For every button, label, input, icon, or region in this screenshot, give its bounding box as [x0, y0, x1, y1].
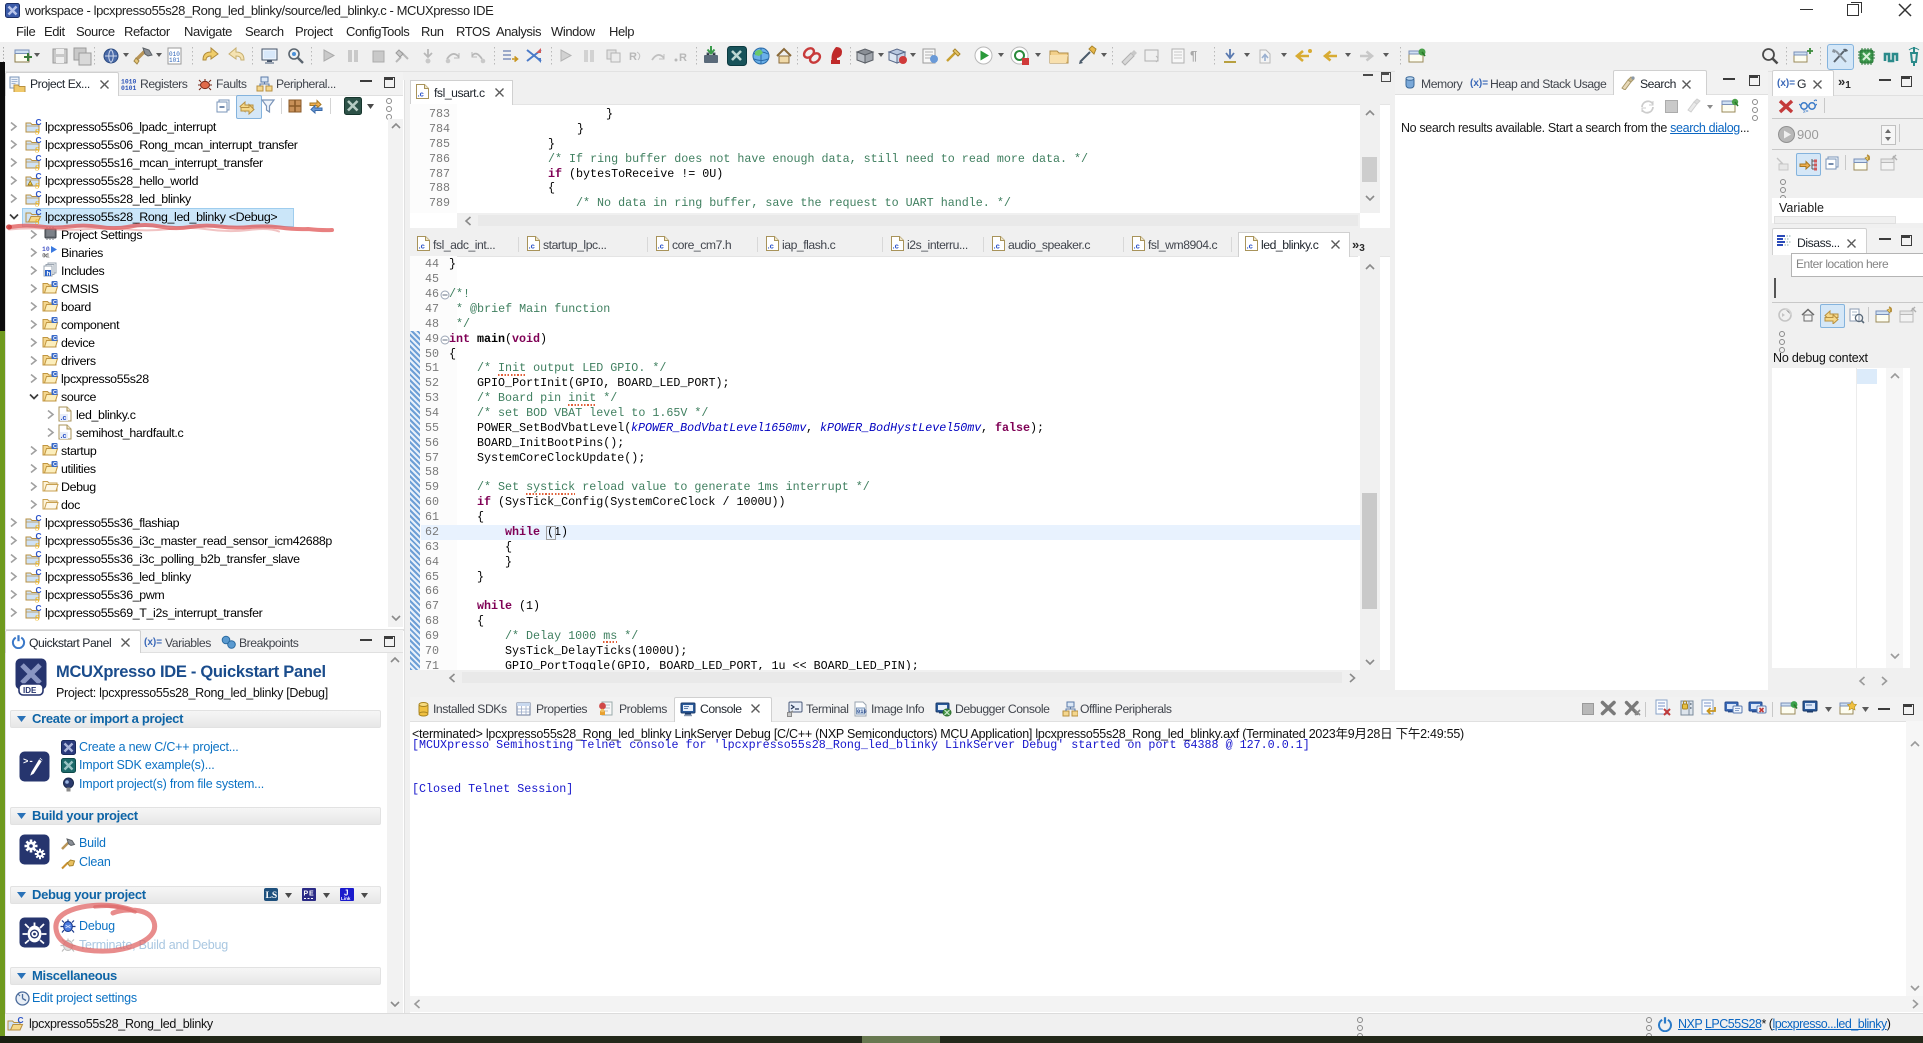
svg-text:IDE: IDE: [23, 686, 37, 695]
svg-text:C: C: [36, 136, 42, 145]
svg-text:.c: .c: [61, 433, 67, 440]
svg-text:C: C: [53, 336, 57, 342]
svg-text:101: 101: [169, 57, 180, 64]
svg-text:.c: .c: [418, 90, 424, 99]
svg-text:R: R: [679, 52, 687, 64]
svg-text:S: S: [35, 578, 40, 585]
svg-text:>-: >-: [23, 757, 34, 767]
svg-text:.c: .c: [768, 242, 774, 251]
svg-text:.c: .c: [1134, 242, 1140, 251]
svg-text:S: S: [35, 614, 40, 621]
svg-text:0101: 0101: [121, 85, 137, 91]
svg-text:x=: x=: [1803, 109, 1809, 114]
svg-text:S: S: [35, 200, 40, 207]
svg-text:C: C: [36, 514, 42, 523]
svg-text:S: S: [35, 164, 40, 171]
svg-text:C: C: [36, 568, 42, 577]
svg-text:E: E: [309, 891, 314, 898]
svg-text:C: C: [53, 390, 57, 396]
svg-text:Link: Link: [341, 896, 351, 901]
svg-text:.c: .c: [419, 242, 425, 251]
svg-text:C: C: [36, 208, 42, 217]
svg-text:C: C: [53, 372, 57, 378]
svg-text:.c: .c: [529, 242, 535, 251]
svg-text:C: C: [53, 354, 57, 360]
svg-text:C: C: [36, 118, 42, 127]
svg-text:C: C: [53, 462, 57, 468]
svg-text:C: C: [36, 604, 42, 613]
svg-text:C: C: [53, 282, 57, 288]
svg-text:S: S: [35, 596, 40, 603]
svg-text:.c: .c: [1247, 242, 1253, 251]
svg-text:LS: LS: [266, 891, 278, 901]
svg-text:S: S: [35, 218, 40, 225]
svg-text:S: S: [35, 542, 40, 549]
svg-text:S: S: [35, 128, 40, 135]
svg-text:.c: .c: [658, 242, 664, 251]
svg-text:S: S: [35, 560, 40, 567]
svg-text:C: C: [53, 444, 57, 450]
svg-text:C: C: [53, 300, 57, 306]
svg-text:.c: .c: [994, 242, 1000, 251]
svg-text:S: S: [35, 182, 40, 189]
svg-text:C: C: [36, 190, 42, 199]
svg-text:R: R: [629, 51, 637, 63]
svg-text:C: C: [36, 172, 42, 181]
svg-text:010: 010: [857, 709, 867, 715]
svg-text:C: C: [18, 1016, 24, 1025]
svg-text:C: C: [53, 318, 57, 324]
svg-text:S: S: [35, 146, 40, 153]
svg-text:P: P: [304, 891, 309, 898]
svg-text:h: h: [47, 270, 51, 277]
svg-text:.c: .c: [61, 415, 67, 422]
svg-text:.c: .c: [893, 242, 899, 251]
svg-text:C: C: [36, 532, 42, 541]
svg-text:C: C: [36, 550, 42, 559]
svg-text:C: C: [36, 154, 42, 163]
svg-text:S: S: [35, 524, 40, 531]
svg-text:C: C: [36, 586, 42, 595]
